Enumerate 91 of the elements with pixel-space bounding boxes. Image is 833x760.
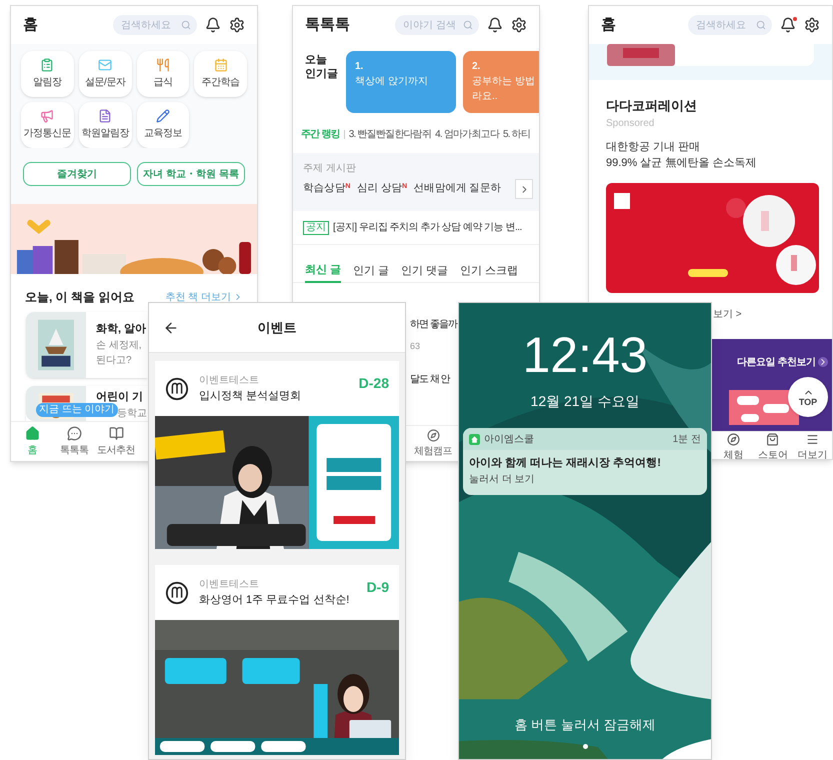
menu-button[interactable]: 설문/문자 bbox=[78, 51, 132, 97]
menu-button[interactable]: 교육정보 bbox=[136, 102, 190, 148]
notification-time: 1분 전 bbox=[672, 432, 701, 446]
book-title: 화학, 알아 bbox=[96, 322, 146, 337]
unlock-hint: 홈 버튼 눌러서 잠금해제 bbox=[514, 716, 656, 734]
book-title: 어린이 기 bbox=[96, 390, 144, 404]
recommend-title: 다른요일 추천보기 bbox=[737, 356, 816, 370]
ranking-item[interactable]: 5. 하티 bbox=[503, 126, 530, 142]
menu-icon bbox=[806, 433, 819, 446]
menu-button[interactable]: 가정통신문 bbox=[21, 102, 74, 148]
chevron-right-icon[interactable] bbox=[818, 357, 828, 367]
d-day-label: D-28 bbox=[358, 374, 389, 393]
chat-bubble-icon bbox=[66, 426, 82, 440]
book-icon bbox=[108, 426, 124, 440]
tab[interactable]: 인기 글 bbox=[353, 259, 390, 283]
book-description: 된다고? bbox=[96, 354, 133, 368]
post-title[interactable]: 하면 좋을까 bbox=[410, 317, 457, 332]
nav-tab[interactable]: 체험캠프 bbox=[411, 426, 455, 461]
search-icon bbox=[463, 20, 473, 30]
post-rank: 1. bbox=[355, 60, 364, 74]
search-icon bbox=[756, 20, 766, 30]
circle-logo-icon bbox=[165, 376, 189, 400]
post-title[interactable]: 달도 채 안 bbox=[410, 372, 450, 386]
settings-icon[interactable] bbox=[229, 17, 245, 33]
book-card[interactable]: 화학, 알아 손 세정제, 된다고? bbox=[26, 312, 148, 378]
post-meta: 63 bbox=[410, 340, 422, 353]
clock-date: 12월 21일 수요일 bbox=[530, 392, 640, 411]
post-title: 라요.. bbox=[472, 90, 499, 104]
circle-logo-icon bbox=[165, 580, 189, 604]
menu-button[interactable]: 주간학습 bbox=[194, 51, 247, 97]
book-description: 손 세정제, bbox=[96, 338, 143, 352]
search-field[interactable]: 검색하세요 bbox=[688, 15, 772, 35]
tooltip: 지금 뜨는 이야기 bbox=[36, 403, 118, 417]
clock-time: 12:43 bbox=[522, 326, 648, 385]
menu-button[interactable]: 알림장 bbox=[21, 51, 74, 97]
notification-card[interactable]: 아이엠스쿨 1분 전 아이와 함께 떠나는 재래시장 추억여행! 눌러서 더 보기 bbox=[463, 428, 707, 494]
event-organizer: 이벤트테스트 bbox=[199, 374, 260, 388]
nav-tab[interactable]: 톡톡톡 bbox=[53, 422, 95, 461]
board-label: 주제 게시판 bbox=[303, 162, 357, 176]
notification-title: 아이와 함께 떠나는 재래시장 추억여행! bbox=[469, 456, 662, 471]
notice-text[interactable]: [공지] 우리집 주치의 추가 상담 예약 기능 변... bbox=[333, 220, 522, 235]
screen-title: 톡톡톡 bbox=[305, 14, 350, 35]
event-card[interactable]: 이벤트테스트 화상영어 1주 무료수업 선착순! D-9 bbox=[155, 565, 399, 755]
popular-label: 오늘 인기글 bbox=[305, 53, 339, 82]
ranking-item[interactable]: 4. 엄마가최고다 bbox=[435, 126, 500, 142]
settings-icon[interactable] bbox=[511, 17, 527, 33]
sponsored-label: Sponsored bbox=[606, 116, 656, 130]
tab[interactable]: 인기 댓글 bbox=[401, 259, 448, 283]
book-description: 등학교 bbox=[117, 406, 147, 420]
screen-title: 홈 bbox=[601, 14, 616, 35]
app-icon bbox=[469, 434, 480, 444]
notification-action: 눌러서 더 보기 bbox=[469, 472, 536, 486]
notice-badge: 공지 bbox=[303, 220, 329, 234]
ranking-label: 주간 랭킹 bbox=[301, 128, 340, 142]
advertiser-name: 다다코퍼레이션 bbox=[606, 97, 698, 115]
menu-button[interactable]: 급식 bbox=[136, 51, 190, 97]
search-field[interactable]: 이야기 검색 bbox=[395, 15, 479, 35]
menu-button[interactable]: 학원알림장 bbox=[78, 102, 132, 148]
search-field[interactable]: 검색하세요 bbox=[113, 15, 197, 35]
section-title: 오늘, 이 책을 읽어요 bbox=[25, 289, 134, 306]
post-rank: 2. bbox=[472, 60, 482, 74]
screen-title: 홈 bbox=[23, 14, 38, 35]
home-icon bbox=[24, 426, 40, 440]
ranking-item[interactable]: 3. 빤질빤질한다람쥐 bbox=[348, 126, 432, 142]
event-card[interactable]: 이벤트테스트 입시정책 분석설명회 D-28 bbox=[155, 361, 399, 549]
post-title: 공부하는 방법 bbox=[472, 75, 536, 89]
shopping-bag-icon bbox=[766, 433, 780, 446]
top-button[interactable]: TOP bbox=[788, 376, 828, 416]
search-icon bbox=[181, 20, 191, 30]
board-chip[interactable]: 학습상담$^{N}$ bbox=[303, 181, 350, 197]
next-button[interactable] bbox=[515, 179, 533, 199]
tab[interactable]: 인기 스크랩 bbox=[460, 259, 518, 283]
settings-icon[interactable] bbox=[804, 17, 820, 33]
screen-title: 이벤트 bbox=[258, 318, 296, 337]
bell-icon[interactable] bbox=[205, 17, 221, 33]
post-title: 책상에 앉기까지 bbox=[355, 75, 429, 89]
ad-text: 99.9% 살균 無에탄올 손소독제 bbox=[606, 156, 758, 170]
d-day-label: D-9 bbox=[366, 578, 389, 597]
event-title: 화상영어 1주 무료수업 선착순! bbox=[199, 592, 350, 608]
event-organizer: 이벤트테스트 bbox=[199, 578, 260, 592]
board-chip[interactable]: 심리 상담$^{N}$ bbox=[357, 181, 407, 197]
ad-text: 대한항공 기내 판매 bbox=[606, 140, 702, 154]
bell-icon[interactable] bbox=[487, 17, 503, 33]
nav-tab[interactable]: 도서추천 bbox=[95, 422, 137, 461]
event-title: 입시정책 분석설명회 bbox=[199, 388, 302, 404]
app-name: 아이엠스쿨 bbox=[484, 432, 534, 446]
compass-icon bbox=[426, 428, 440, 442]
more-link[interactable]: 보기 > bbox=[713, 306, 742, 322]
bell-icon[interactable] bbox=[780, 17, 796, 33]
board-chip[interactable]: 선배맘에게 질문하 bbox=[414, 181, 501, 197]
compass-icon bbox=[727, 433, 740, 446]
